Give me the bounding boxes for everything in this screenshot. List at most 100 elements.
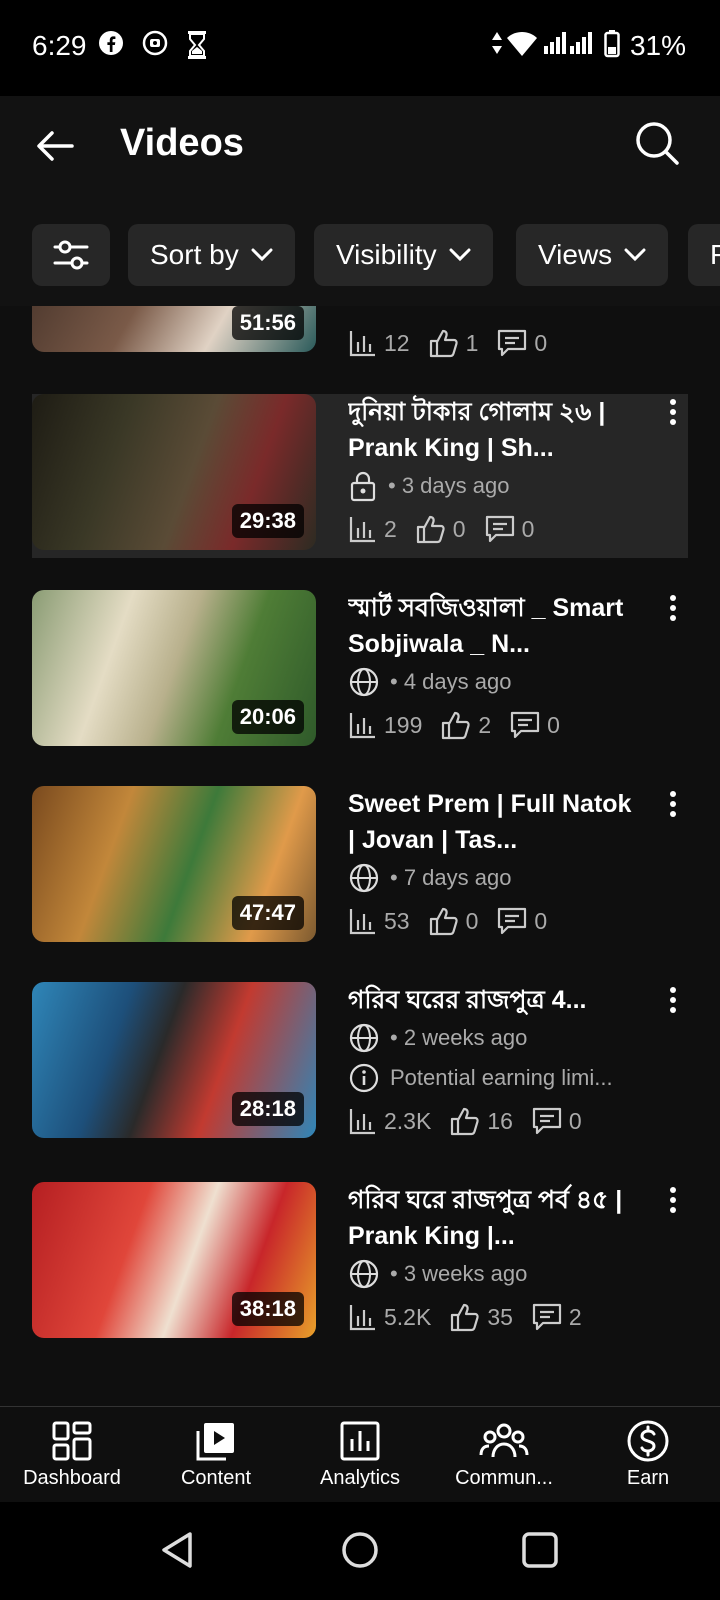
comments-stat: 0 [509,710,560,740]
bar-chart-icon [349,331,375,357]
comments-count: 0 [568,1107,582,1134]
more-options-button[interactable] [658,398,688,438]
system-recents-icon[interactable] [520,1530,560,1570]
thumbs-up-icon [442,711,471,740]
system-back-icon[interactable] [158,1530,198,1570]
video-title[interactable]: স্মার্ট সবজিওয়ালা _ Smart Sobjiwala _ N… [348,590,638,662]
video-stats: 5.2K 35 2 [348,1294,638,1340]
visibility-line: • 3 days ago [348,466,638,506]
views-count: 12 [384,329,410,356]
nav-content[interactable]: Content [146,1413,286,1490]
chevron-down-icon [624,248,646,262]
thumbs-up-icon [416,515,445,544]
comments-count: 2 [568,1303,582,1330]
sort-by-label: Sort by [150,239,239,270]
search-icon [636,122,679,165]
chevron-down-icon [251,248,273,262]
more-filter-label: F [710,239,720,270]
comment-icon [532,1303,562,1331]
video-duration: 20:06 [231,700,304,734]
likes-stat: 1 [428,328,479,358]
video-thumbnail[interactable]: 51:56 [32,306,316,352]
views-count: 5.2K [384,1303,432,1330]
video-thumbnail[interactable]: 28:18 [32,982,316,1138]
signal-icon [544,30,594,61]
video-thumbnail[interactable]: 29:38 [32,394,316,550]
visibility-label: Visibility [336,239,437,270]
nav-community-label: Commun... [455,1467,553,1489]
likes-count: 16 [487,1107,513,1134]
dashboard-icon [52,1421,92,1461]
info-icon [349,1063,379,1093]
views-count: 2 [384,515,397,542]
search-button[interactable] [632,118,684,170]
more-options-button[interactable] [658,790,688,830]
bar-chart-icon [349,1109,375,1135]
bar-chart-icon [349,517,375,543]
app-header: Videos [0,96,720,206]
video-row[interactable]: 51:56 12 1 0 [32,306,688,362]
video-stats: 2 0 0 [348,506,638,552]
analytics-icon [340,1421,380,1461]
bar-chart-icon [349,713,375,739]
nav-earn[interactable]: Earn [578,1413,718,1490]
earning-notice-text: Potential earning limi... [390,1065,613,1090]
likes-stat: 0 [415,514,466,544]
more-options-button[interactable] [658,1186,688,1226]
comments-stat: 0 [496,328,547,358]
nav-analytics[interactable]: Analytics [290,1413,430,1490]
nav-community[interactable]: Commun... [434,1413,574,1490]
video-row[interactable]: 20:06 স্মার্ট সবজিওয়ালা _ Smart Sobjiwa… [32,590,688,754]
thumbs-up-icon [429,329,458,358]
video-stats: 12 1 0 [348,320,638,366]
nav-dashboard[interactable]: Dashboard [2,1413,142,1490]
globe-icon [349,863,379,893]
sort-by-chip[interactable]: Sort by [128,224,295,286]
views-chip[interactable]: Views [516,224,669,286]
video-duration: 28:18 [231,1092,304,1126]
video-row[interactable]: 29:38 দুনিয়া টাকার গোলাম ২৬ | Prank Kin… [32,394,688,558]
battery-percentage: 31% [629,30,686,61]
chevron-down-icon [449,248,471,262]
comment-icon [485,515,514,543]
notification-icon [142,30,168,61]
system-home-icon[interactable] [340,1530,380,1570]
content-icon [196,1423,234,1461]
likes-count: 2 [478,711,492,738]
video-title[interactable]: গরিব ঘরে রাজপুত্র পর্ব ৪৫ | Prank King |… [348,1182,638,1254]
back-button[interactable] [30,120,82,172]
comments-count: 0 [534,907,548,934]
video-row[interactable]: 28:18 গরিব ঘরের রাজপুত্র 4... • 2 weeks … [32,982,688,1182]
video-age: • 3 weeks ago [390,1261,528,1286]
video-age: • 3 days ago [388,473,510,498]
page-title: Videos [120,122,244,164]
visibility-chip[interactable]: Visibility [314,224,493,286]
video-thumbnail[interactable]: 38:18 [32,1182,316,1338]
video-row[interactable]: 38:18 গরিব ঘরে রাজপুত্র পর্ব ৪৫ | Prank … [32,1182,688,1346]
more-filter-chip[interactable]: F [688,224,720,286]
video-thumbnail[interactable]: 47:47 [32,786,316,942]
views-stat: 5.2K [348,1302,431,1332]
lock-icon [350,471,376,502]
system-navigation-bar [0,1502,720,1600]
video-stats: 53 0 0 [348,898,638,944]
video-title[interactable]: Sweet Prem | Full Natok | Jovan | Tas... [348,786,638,858]
video-thumbnail[interactable]: 20:06 [32,590,316,746]
likes-count: 1 [465,329,479,356]
video-duration: 51:56 [231,306,304,340]
likes-count: 35 [487,1303,513,1330]
comments-count: 0 [547,711,560,738]
video-stats: 199 2 0 [348,702,638,748]
visibility-line: • 4 days ago [348,662,638,702]
earning-notice[interactable]: Potential earning limi... [348,1058,638,1098]
globe-icon [349,1023,379,1053]
video-title[interactable]: দুনিয়া টাকার গোলাম ২৬ | Prank King | Sh… [348,394,638,466]
more-options-button[interactable] [658,594,688,634]
likes-stat: 2 [440,710,491,740]
nav-content-label: Content [180,1467,252,1489]
video-title[interactable]: গরিব ঘরের রাজপুত্র 4... [348,982,638,1018]
video-row[interactable]: 47:47 Sweet Prem | Full Natok | Jovan | … [32,786,688,950]
filter-settings-button[interactable] [32,224,110,286]
bar-chart-icon [349,909,375,935]
more-options-button[interactable] [658,986,688,1026]
